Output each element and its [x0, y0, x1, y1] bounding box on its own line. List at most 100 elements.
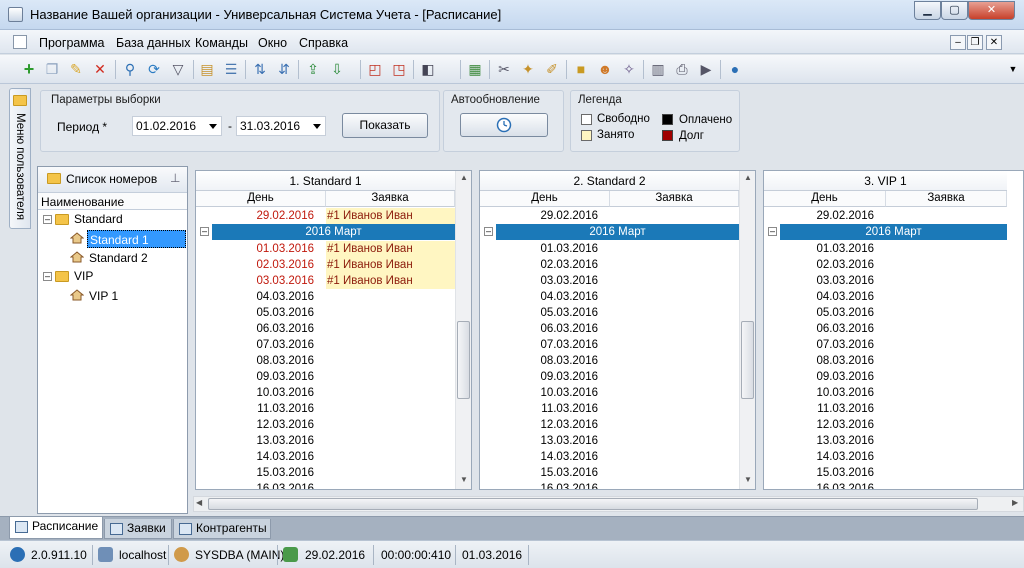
tree-item-vip-1[interactable]: VIP 1: [89, 289, 118, 303]
menu-window[interactable]: Окно: [258, 36, 287, 50]
month-collapse-icon[interactable]: –: [768, 227, 777, 236]
chevron-down-icon[interactable]: [313, 124, 321, 129]
schedule-row[interactable]: 09.03.2016: [196, 369, 455, 385]
column-booking-header[interactable]: Заявка: [886, 191, 1007, 207]
schedule-row[interactable]: 16.03.2016: [196, 481, 455, 489]
refresh-icon[interactable]: ⟳: [145, 60, 163, 78]
schedule-row[interactable]: 04.03.2016: [764, 289, 1007, 305]
calendar-icon[interactable]: ▦: [466, 60, 484, 78]
schedule-row[interactable]: 12.03.2016: [764, 417, 1007, 433]
month-collapse-icon[interactable]: –: [200, 227, 209, 236]
vertical-scroll-thumb[interactable]: [741, 321, 754, 399]
panel-title[interactable]: 3. VIP 1: [764, 171, 1007, 191]
comment-icon[interactable]: ☰: [222, 60, 240, 78]
tree-group-vip[interactable]: VIP: [74, 269, 93, 283]
close-window-icon[interactable]: ◳: [390, 60, 408, 78]
scroll-up-icon[interactable]: ▲: [460, 173, 468, 182]
schedule-row[interactable]: 10.03.2016: [764, 385, 1007, 401]
minimize-button[interactable]: ▁: [914, 1, 941, 20]
users-icon[interactable]: ☻: [596, 60, 614, 78]
new-window-icon[interactable]: ◰: [366, 60, 384, 78]
schedule-row[interactable]: 09.03.2016: [480, 369, 739, 385]
menu-help[interactable]: Справка: [299, 36, 348, 50]
row-booking[interactable]: #1 Иванов Иван: [326, 257, 455, 273]
schedule-row[interactable]: 01.03.2016: [764, 241, 1007, 257]
tools-icon[interactable]: ✂: [495, 60, 513, 78]
schedule-row[interactable]: 01.03.2016: [480, 241, 739, 257]
column-day-header[interactable]: День: [764, 191, 886, 207]
show-button[interactable]: Показать: [342, 113, 428, 138]
user-menu-tab[interactable]: Меню пользователя: [9, 88, 31, 229]
schedule-row[interactable]: 13.03.2016: [480, 433, 739, 449]
schedule-row[interactable]: 14.03.2016: [196, 449, 455, 465]
maximize-button[interactable]: ▢: [941, 1, 968, 20]
schedule-row[interactable]: 03.03.2016: [764, 273, 1007, 289]
room-list-column-header[interactable]: Наименование: [38, 193, 187, 210]
schedule-row[interactable]: 09.03.2016: [764, 369, 1007, 385]
scroll-left-icon[interactable]: ◀: [196, 498, 202, 507]
tab-orders[interactable]: Заявки: [104, 519, 172, 539]
schedule-row[interactable]: 13.03.2016: [764, 433, 1007, 449]
schedule-row[interactable]: 16.03.2016: [764, 481, 1007, 489]
mdi-close-button[interactable]: ✕: [986, 35, 1002, 50]
scroll-right-icon[interactable]: ▶: [1012, 498, 1018, 507]
schedule-row[interactable]: 11.03.2016: [480, 401, 739, 417]
column-booking-header[interactable]: Заявка: [326, 191, 455, 207]
schedule-row[interactable]: 08.03.2016: [196, 353, 455, 369]
schedule-row[interactable]: 06.03.2016: [196, 321, 455, 337]
schedule-row[interactable]: 03.03.2016: [480, 273, 739, 289]
wizard-icon[interactable]: ✦: [519, 60, 537, 78]
schedule-row[interactable]: 06.03.2016: [764, 321, 1007, 337]
schedule-row[interactable]: 05.03.2016: [480, 305, 739, 321]
row-booking[interactable]: #1 Иванов Иван: [326, 208, 455, 224]
schedule-row[interactable]: 02.03.2016: [480, 257, 739, 273]
schedule-row[interactable]: 15.03.2016: [764, 465, 1007, 481]
date-from-combo[interactable]: 01.02.2016: [132, 116, 222, 136]
month-collapse-icon[interactable]: –: [484, 227, 493, 236]
vertical-scrollbar[interactable]: ▲ ▼: [739, 171, 755, 489]
schedule-row[interactable]: 06.03.2016: [480, 321, 739, 337]
schedule-row[interactable]: 08.03.2016: [480, 353, 739, 369]
panel-title[interactable]: 1. Standard 1: [196, 171, 455, 191]
lock-icon[interactable]: ■: [572, 60, 590, 78]
month-group-row[interactable]: 2016 Март: [212, 224, 455, 240]
mdi-restore-button[interactable]: ❐: [967, 35, 983, 50]
menu-commands[interactable]: Команды: [195, 36, 248, 50]
schedule-row[interactable]: 14.03.2016: [764, 449, 1007, 465]
schedule-row[interactable]: 11.03.2016: [196, 401, 455, 417]
row-booking[interactable]: #1 Иванов Иван: [326, 241, 455, 257]
scroll-down-icon[interactable]: ▼: [744, 475, 752, 484]
import-icon[interactable]: ⇩: [328, 60, 346, 78]
schedule-row[interactable]: 10.03.2016: [480, 385, 739, 401]
month-group-row[interactable]: 2016 Март: [780, 224, 1007, 240]
table-icon[interactable]: ▥: [649, 60, 667, 78]
copy-icon[interactable]: ❐: [43, 60, 61, 78]
schedule-row[interactable]: 07.03.2016: [480, 337, 739, 353]
play-icon[interactable]: ▶: [697, 60, 715, 78]
filter-icon[interactable]: ▽: [169, 60, 187, 78]
toolbar-overflow-icon[interactable]: ▼: [1004, 60, 1022, 78]
column-day-header[interactable]: День: [480, 191, 610, 207]
edit-icon[interactable]: ✎: [67, 60, 85, 78]
schedule-row[interactable]: 03.03.2016 #1 Иванов Иван: [196, 273, 455, 289]
vertical-scrollbar[interactable]: ▲ ▼: [455, 171, 471, 489]
tree-group-standard[interactable]: Standard: [74, 212, 123, 226]
export-icon[interactable]: ⇪: [304, 60, 322, 78]
vip-expander[interactable]: –: [43, 272, 52, 281]
schedule-row[interactable]: 12.03.2016: [480, 417, 739, 433]
document-icon[interactable]: [13, 35, 27, 49]
app-icon[interactable]: [8, 7, 23, 22]
schedule-row[interactable]: 02.03.2016 #1 Иванов Иван: [196, 257, 455, 273]
schedule-row[interactable]: 11.03.2016: [764, 401, 1007, 417]
schedule-row[interactable]: 10.03.2016: [196, 385, 455, 401]
schedule-row[interactable]: 15.03.2016: [480, 465, 739, 481]
schedule-row[interactable]: 08.03.2016: [764, 353, 1007, 369]
schedule-row[interactable]: 07.03.2016: [196, 337, 455, 353]
search-icon[interactable]: ⚲: [121, 60, 139, 78]
column-day-header[interactable]: День: [196, 191, 326, 207]
menu-database[interactable]: База данных: [116, 36, 190, 50]
panel-title[interactable]: 2. Standard 2: [480, 171, 739, 191]
info-icon[interactable]: ●: [726, 60, 744, 78]
tab-schedule[interactable]: Расписание: [9, 517, 103, 539]
schedule-row[interactable]: 04.03.2016: [480, 289, 739, 305]
